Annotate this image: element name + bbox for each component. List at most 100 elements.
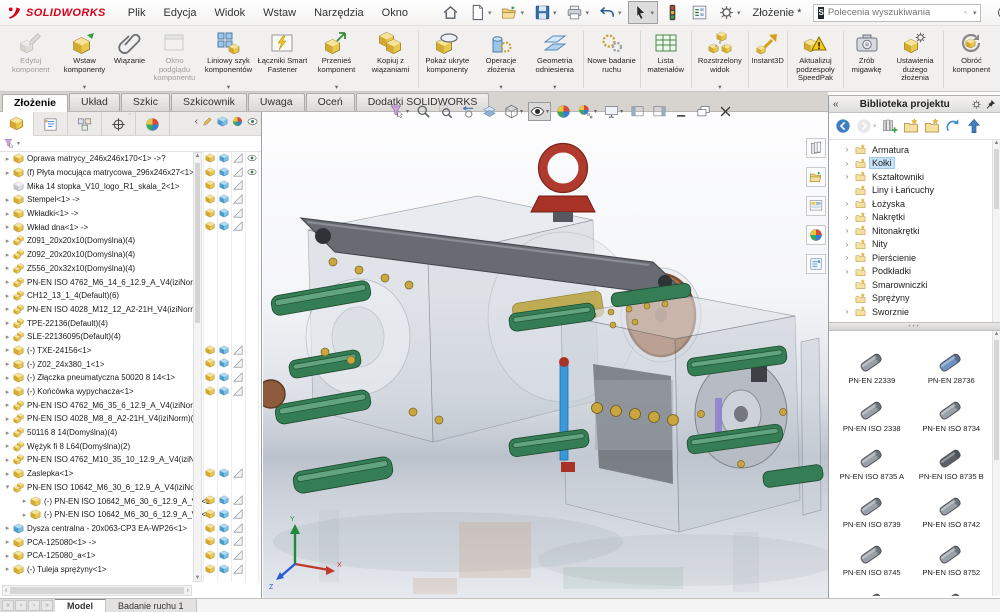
- appearances-tab[interactable]: [806, 225, 826, 245]
- pane-left-icon[interactable]: [628, 102, 647, 121]
- expand-arrow-icon[interactable]: ▸: [3, 223, 12, 231]
- appearance-triangle-icon[interactable]: [233, 550, 243, 560]
- library-folder-item[interactable]: › Kołki: [829, 157, 1000, 171]
- library-part-item[interactable]: PN-EN ISO 8745: [833, 529, 911, 577]
- part-icon[interactable]: [205, 564, 215, 574]
- display-mode-icon[interactable]: [219, 208, 229, 218]
- expand-arrow-icon[interactable]: ▸: [3, 278, 12, 286]
- next-tab-icon[interactable]: ›: [28, 600, 40, 611]
- dropdown-caret[interactable]: ▾: [227, 83, 230, 91]
- display-mode-icon[interactable]: [219, 523, 229, 533]
- previous-view-icon[interactable]: [458, 102, 477, 121]
- display-mode-icon[interactable]: [219, 550, 229, 560]
- library-part-item[interactable]: PN-M-85028 H11: [913, 577, 991, 596]
- view-settings-icon[interactable]: ▾: [602, 102, 625, 121]
- linear-pattern-button[interactable]: Liniowy szyk komponentów ▾: [201, 28, 255, 91]
- expand-arrow-icon[interactable]: ›: [843, 213, 851, 222]
- custom-properties-tab[interactable]: [806, 254, 826, 274]
- expand-arrow-icon[interactable]: ▸: [20, 497, 29, 505]
- expand-arrow-icon[interactable]: ▸: [3, 210, 12, 218]
- eye-icon[interactable]: [247, 153, 257, 163]
- view-palette-tab[interactable]: [806, 196, 826, 216]
- collapse-panel-icon[interactable]: «: [833, 99, 839, 110]
- expand-arrow-icon[interactable]: ▸: [3, 388, 12, 396]
- tree-item[interactable]: ▸ CH12_13_1_4(Default)(6): [0, 289, 261, 303]
- display-mode-icon[interactable]: [217, 116, 228, 127]
- expand-arrow-icon[interactable]: ▸: [3, 552, 12, 560]
- panel-grip[interactable]: ◦: [128, 111, 132, 118]
- expand-arrow-icon[interactable]: ▸: [3, 292, 12, 300]
- part-icon[interactable]: [205, 386, 215, 396]
- snapshot-button[interactable]: Zrób migawkę: [845, 28, 888, 91]
- new-document-button[interactable]: ▾: [465, 1, 496, 24]
- close-doc-icon[interactable]: [716, 102, 735, 121]
- design-library-tab[interactable]: [806, 138, 826, 158]
- pin-panel-icon[interactable]: [985, 99, 996, 110]
- command-search[interactable]: S ▾: [813, 3, 982, 22]
- bottom-tab[interactable]: Badanie ruchu 1: [106, 599, 197, 612]
- appearance-triangle-icon[interactable]: [233, 221, 243, 231]
- expand-arrow-icon[interactable]: ▸: [3, 415, 12, 423]
- tree-item[interactable]: ▾ PN-EN ISO 10642_M6_30_6_12.9_A_V4(iziN…: [0, 481, 261, 495]
- library-folder-item[interactable]: › Sworznie: [829, 305, 1000, 319]
- display-mode-icon[interactable]: [219, 495, 229, 505]
- display-mode-icon[interactable]: [219, 564, 229, 574]
- expand-arrow-icon[interactable]: ›: [843, 267, 851, 276]
- instant3d-button[interactable]: Instant3D: [750, 28, 786, 91]
- prev-tab-icon[interactable]: ‹: [15, 600, 27, 611]
- appearance-triangle-icon[interactable]: [233, 167, 243, 177]
- forward-button[interactable]: ▾: [856, 118, 877, 134]
- dropdown-caret[interactable]: ▾: [488, 9, 492, 17]
- zoom-fit-icon[interactable]: [414, 102, 433, 121]
- expand-arrow-icon[interactable]: ▸: [3, 169, 12, 177]
- expand-arrow-icon[interactable]: ▸: [3, 346, 12, 354]
- expand-arrow-icon[interactable]: ▸: [3, 333, 12, 341]
- display-mode-icon[interactable]: [219, 180, 229, 190]
- restore-doc-icon[interactable]: [694, 102, 713, 121]
- search-input[interactable]: [827, 7, 960, 18]
- dropdown-caret[interactable]: ▾: [335, 83, 338, 91]
- display-mode-icon[interactable]: [219, 386, 229, 396]
- tree-item[interactable]: ▸ PCA-125080_a<1>: [0, 549, 261, 563]
- part-icon[interactable]: [205, 153, 215, 163]
- expand-arrow-icon[interactable]: ▸: [3, 442, 12, 450]
- part-icon[interactable]: [205, 523, 215, 533]
- expand-arrow-icon[interactable]: ▸: [3, 264, 12, 272]
- library-part-item[interactable]: PN-EN ISO 8735 B: [913, 433, 991, 481]
- appearance-triangle-icon[interactable]: [233, 372, 243, 382]
- edit-component-button[interactable]: Edytuj komponent: [4, 28, 57, 91]
- dropdown-caret[interactable]: ▾: [553, 9, 557, 17]
- part-icon[interactable]: [205, 221, 215, 231]
- expand-arrow-icon[interactable]: ▸: [3, 374, 12, 382]
- tree-item[interactable]: ▸ (-) PN-EN ISO 10642_M6_30_6_12.9_A_V4<…: [0, 494, 261, 508]
- last-tab-icon[interactable]: »: [41, 600, 53, 611]
- scroll-right-icon[interactable]: ›: [187, 587, 189, 594]
- selection-filter-icon[interactable]: ▾: [388, 102, 411, 121]
- part-icon[interactable]: [205, 468, 215, 478]
- scroll-up-icon[interactable]: ▲: [195, 153, 201, 159]
- home-button[interactable]: [438, 1, 463, 24]
- appearance-triangle-icon[interactable]: [233, 153, 243, 163]
- options-list-button[interactable]: [687, 1, 712, 24]
- assembly-features-button[interactable]: Operacje złożenia ▾: [474, 28, 527, 91]
- speedpak-button[interactable]: Aktualizuj podzespoły SpeedPak: [788, 28, 842, 91]
- print-button[interactable]: ▾: [562, 1, 593, 24]
- part-icon[interactable]: [205, 372, 215, 382]
- undo-button[interactable]: ▾: [595, 1, 626, 24]
- section-view-icon[interactable]: [480, 102, 499, 121]
- exploded-view-button[interactable]: Rozstrzelony widok ▾: [693, 28, 747, 91]
- dropdown-caret[interactable]: ▾: [406, 108, 409, 115]
- search-icon[interactable]: [964, 7, 967, 18]
- tree-item[interactable]: ▸ Oprawa matrycy_246x246x170<1> ->?: [0, 152, 261, 166]
- expand-arrow-icon[interactable]: ▸: [20, 511, 29, 519]
- library-part-item[interactable]: PN-EN ISO 8739: [833, 481, 911, 529]
- library-part-item[interactable]: PN-EN ISO 8742: [913, 481, 991, 529]
- appearance-triangle-icon[interactable]: [233, 523, 243, 533]
- expand-arrow-icon[interactable]: ›: [843, 226, 851, 235]
- scroll-down-icon[interactable]: ▼: [195, 575, 201, 581]
- dropdown-caret[interactable]: ▾: [718, 83, 721, 91]
- search-caret[interactable]: ▾: [973, 9, 977, 17]
- tree-item[interactable]: ▸ SLE-22136095(Default)(4): [0, 330, 261, 344]
- tree-item[interactable]: ▸ PN-EN ISO 4028_M12_12_A2-21H_V4(iziNor…: [0, 303, 261, 317]
- hide-show-items-icon[interactable]: ▾: [528, 102, 552, 121]
